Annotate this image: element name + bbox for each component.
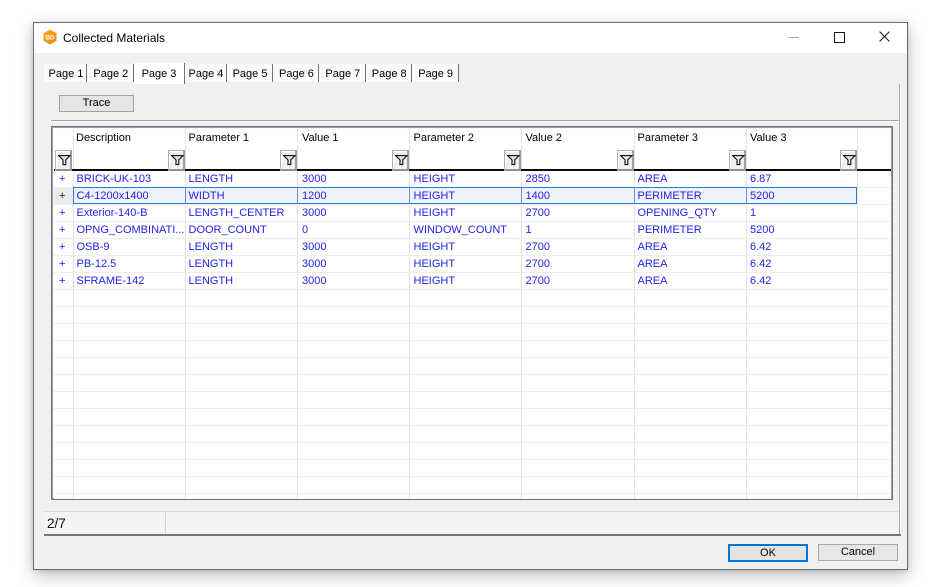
svg-text:BD: BD: [46, 34, 55, 41]
